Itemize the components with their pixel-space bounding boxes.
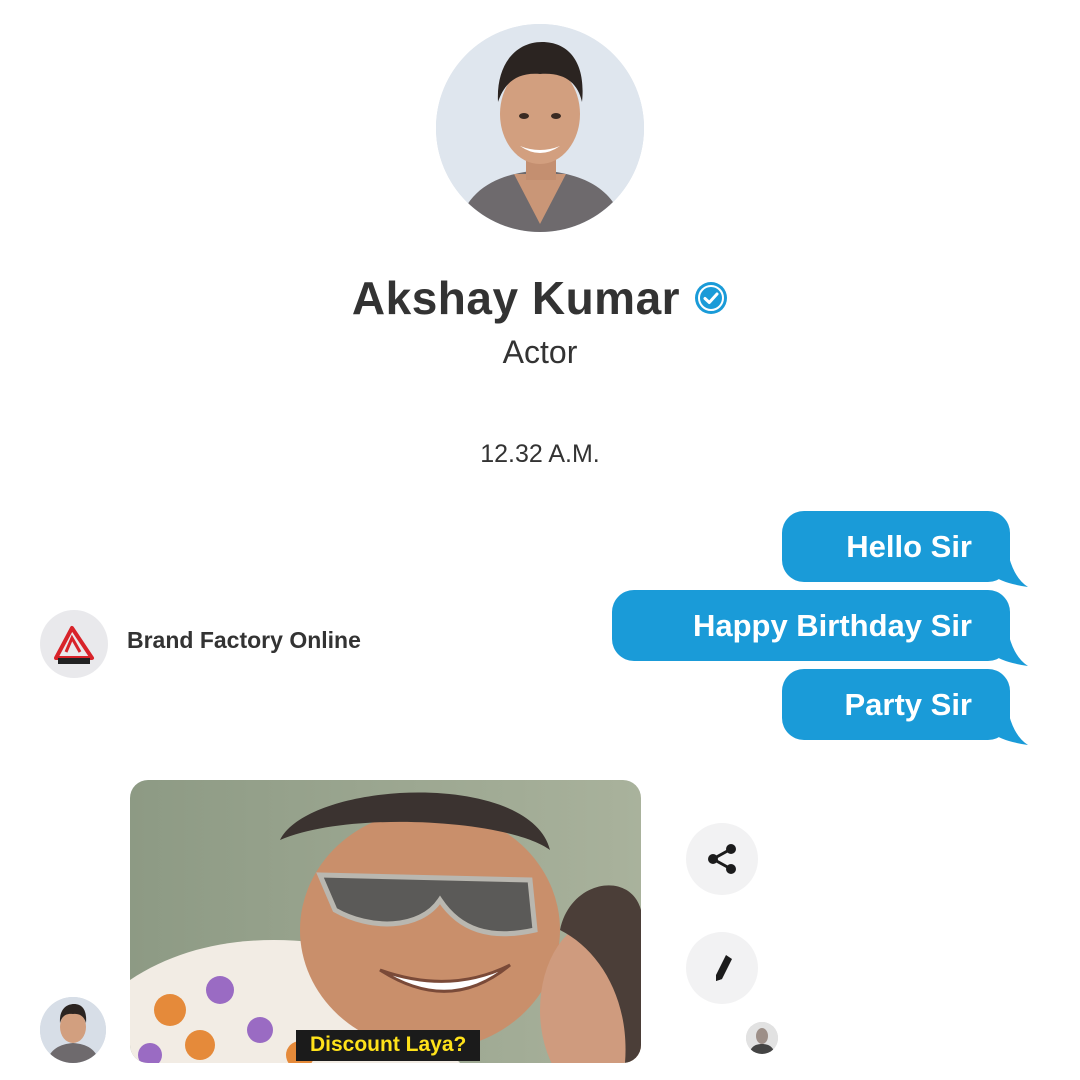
edit-button[interactable]	[686, 932, 758, 1004]
share-icon	[708, 844, 736, 874]
profile-role: Actor	[502, 334, 578, 370]
reply-gif[interactable]: Discount Laya?	[130, 780, 641, 1063]
profile-photo	[746, 1022, 778, 1054]
sender-name: Brand Factory Online	[127, 627, 361, 653]
bubble-tail	[993, 636, 1028, 666]
outgoing-message[interactable]: Hello Sir	[782, 511, 1010, 582]
brand-factory-logo	[54, 626, 94, 664]
message-text: Hello Sir	[846, 528, 972, 564]
contact-avatar-small[interactable]	[40, 997, 106, 1063]
bubble-tail	[993, 715, 1028, 745]
profile-name: Akshay Kumar	[351, 272, 681, 324]
profile-photo	[436, 24, 644, 232]
profile-avatar[interactable]	[436, 24, 644, 232]
outgoing-message[interactable]: Party Sir	[782, 669, 1010, 740]
message-text: Happy Birthday Sir	[692, 607, 972, 643]
outgoing-message[interactable]: Happy Birthday Sir	[612, 590, 1010, 661]
gif-image	[130, 780, 641, 1063]
profile-photo	[40, 997, 106, 1063]
profile-name-row: Akshay Kumar	[0, 268, 1080, 328]
brand-avatar[interactable]	[40, 610, 108, 678]
message-timestamp: 12.32 A.M.	[480, 440, 600, 468]
share-button[interactable]	[686, 823, 758, 895]
pencil-icon	[716, 955, 732, 981]
message-text: Party Sir	[844, 686, 972, 722]
seen-indicator-avatar	[746, 1022, 778, 1054]
bubble-tail	[993, 557, 1028, 587]
verified-badge-icon	[695, 282, 728, 314]
gif-caption: Discount Laya?	[296, 1030, 481, 1061]
